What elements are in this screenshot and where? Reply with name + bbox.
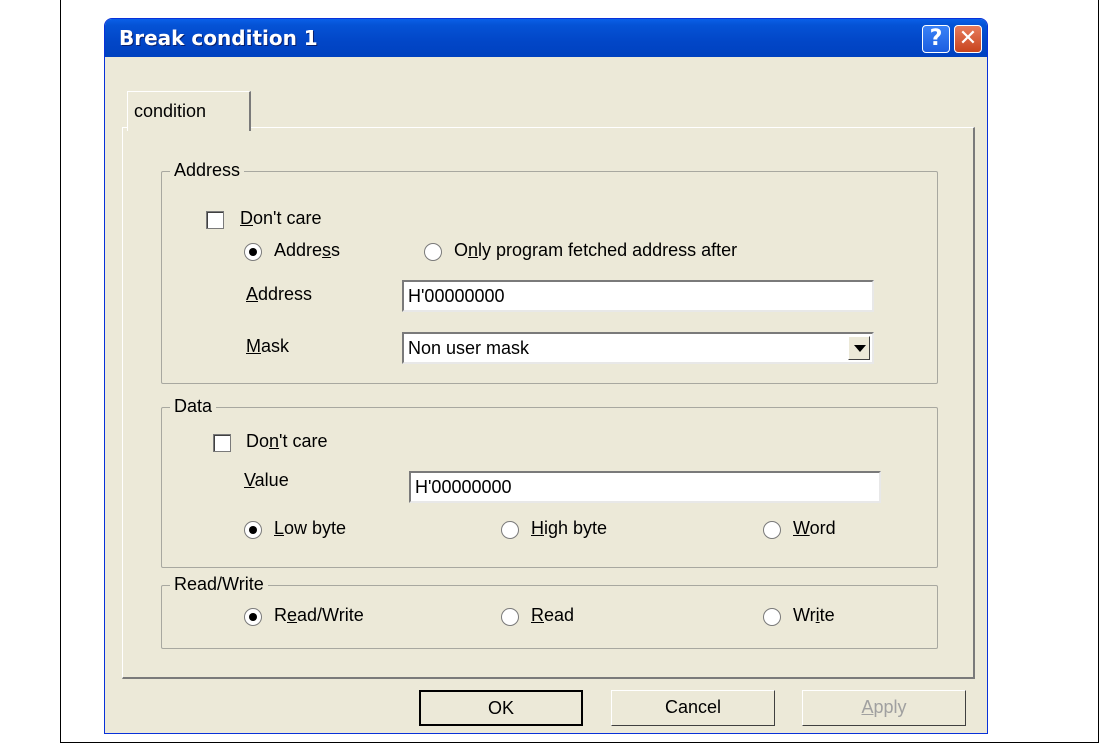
address-input[interactable]: H'00000000 — [402, 280, 874, 312]
help-button[interactable]: ? — [922, 25, 950, 53]
address-dont-care-checkbox[interactable] — [206, 211, 224, 229]
data-dont-care-label[interactable]: Don't care — [246, 431, 328, 452]
radio-high-byte[interactable] — [501, 521, 519, 539]
dialog-title: Break condition 1 — [119, 26, 318, 50]
tab-condition[interactable]: condition — [127, 91, 251, 131]
ok-button[interactable]: OK — [419, 690, 583, 726]
cancel-button[interactable]: Cancel — [611, 690, 775, 726]
chevron-down-icon[interactable] — [848, 336, 870, 360]
read-write-group-title: Read/Write — [170, 574, 268, 595]
read-write-group: Read/Write Read/Write Read Write — [161, 574, 938, 649]
radio-read-write-label[interactable]: Read/Write — [274, 605, 364, 626]
radio-read-label[interactable]: Read — [531, 605, 574, 626]
radio-address-label[interactable]: Address — [274, 240, 340, 261]
radio-address[interactable] — [244, 243, 262, 261]
radio-high-byte-label[interactable]: High byte — [531, 518, 607, 539]
data-group: Data Don't care Value H'00000000 Low byt… — [161, 396, 938, 568]
dialog-window: Break condition 1 ? ✕ condition Address … — [104, 18, 988, 734]
radio-program-fetched-label[interactable]: Only program fetched address after — [454, 240, 737, 261]
mask-selected-value: Non user mask — [408, 338, 530, 358]
address-dont-care-label[interactable]: Don't care — [240, 208, 321, 229]
mask-select[interactable]: Non user mask — [402, 332, 874, 364]
data-value-input[interactable]: H'00000000 — [409, 471, 881, 503]
title-bar[interactable]: Break condition 1 ? ✕ — [105, 19, 987, 57]
mask-label: Mask — [246, 336, 290, 356]
radio-write[interactable] — [763, 608, 781, 626]
radio-word[interactable] — [763, 521, 781, 539]
close-icon: ✕ — [958, 26, 978, 51]
radio-program-fetched[interactable] — [424, 243, 442, 261]
radio-low-byte[interactable] — [244, 521, 262, 539]
tab-label: condition — [134, 101, 207, 121]
radio-read-write[interactable] — [244, 608, 262, 626]
address-field-label: Address — [246, 284, 313, 304]
radio-write-label[interactable]: Write — [793, 605, 835, 626]
address-group-title: Address — [170, 160, 245, 181]
data-dont-care-checkbox[interactable] — [213, 434, 231, 452]
radio-low-byte-label[interactable]: Low byte — [274, 518, 346, 539]
value-label: Value — [244, 470, 289, 490]
data-group-title: Data — [170, 396, 217, 417]
help-icon: ? — [929, 26, 943, 51]
address-group: Address Don't care Address Only program … — [161, 160, 938, 384]
radio-word-label[interactable]: Word — [793, 518, 836, 539]
close-button[interactable]: ✕ — [954, 25, 982, 53]
radio-read[interactable] — [501, 608, 519, 626]
tab-panel: Address Don't care Address Only program … — [122, 127, 975, 679]
apply-button[interactable]: Apply — [802, 690, 966, 726]
